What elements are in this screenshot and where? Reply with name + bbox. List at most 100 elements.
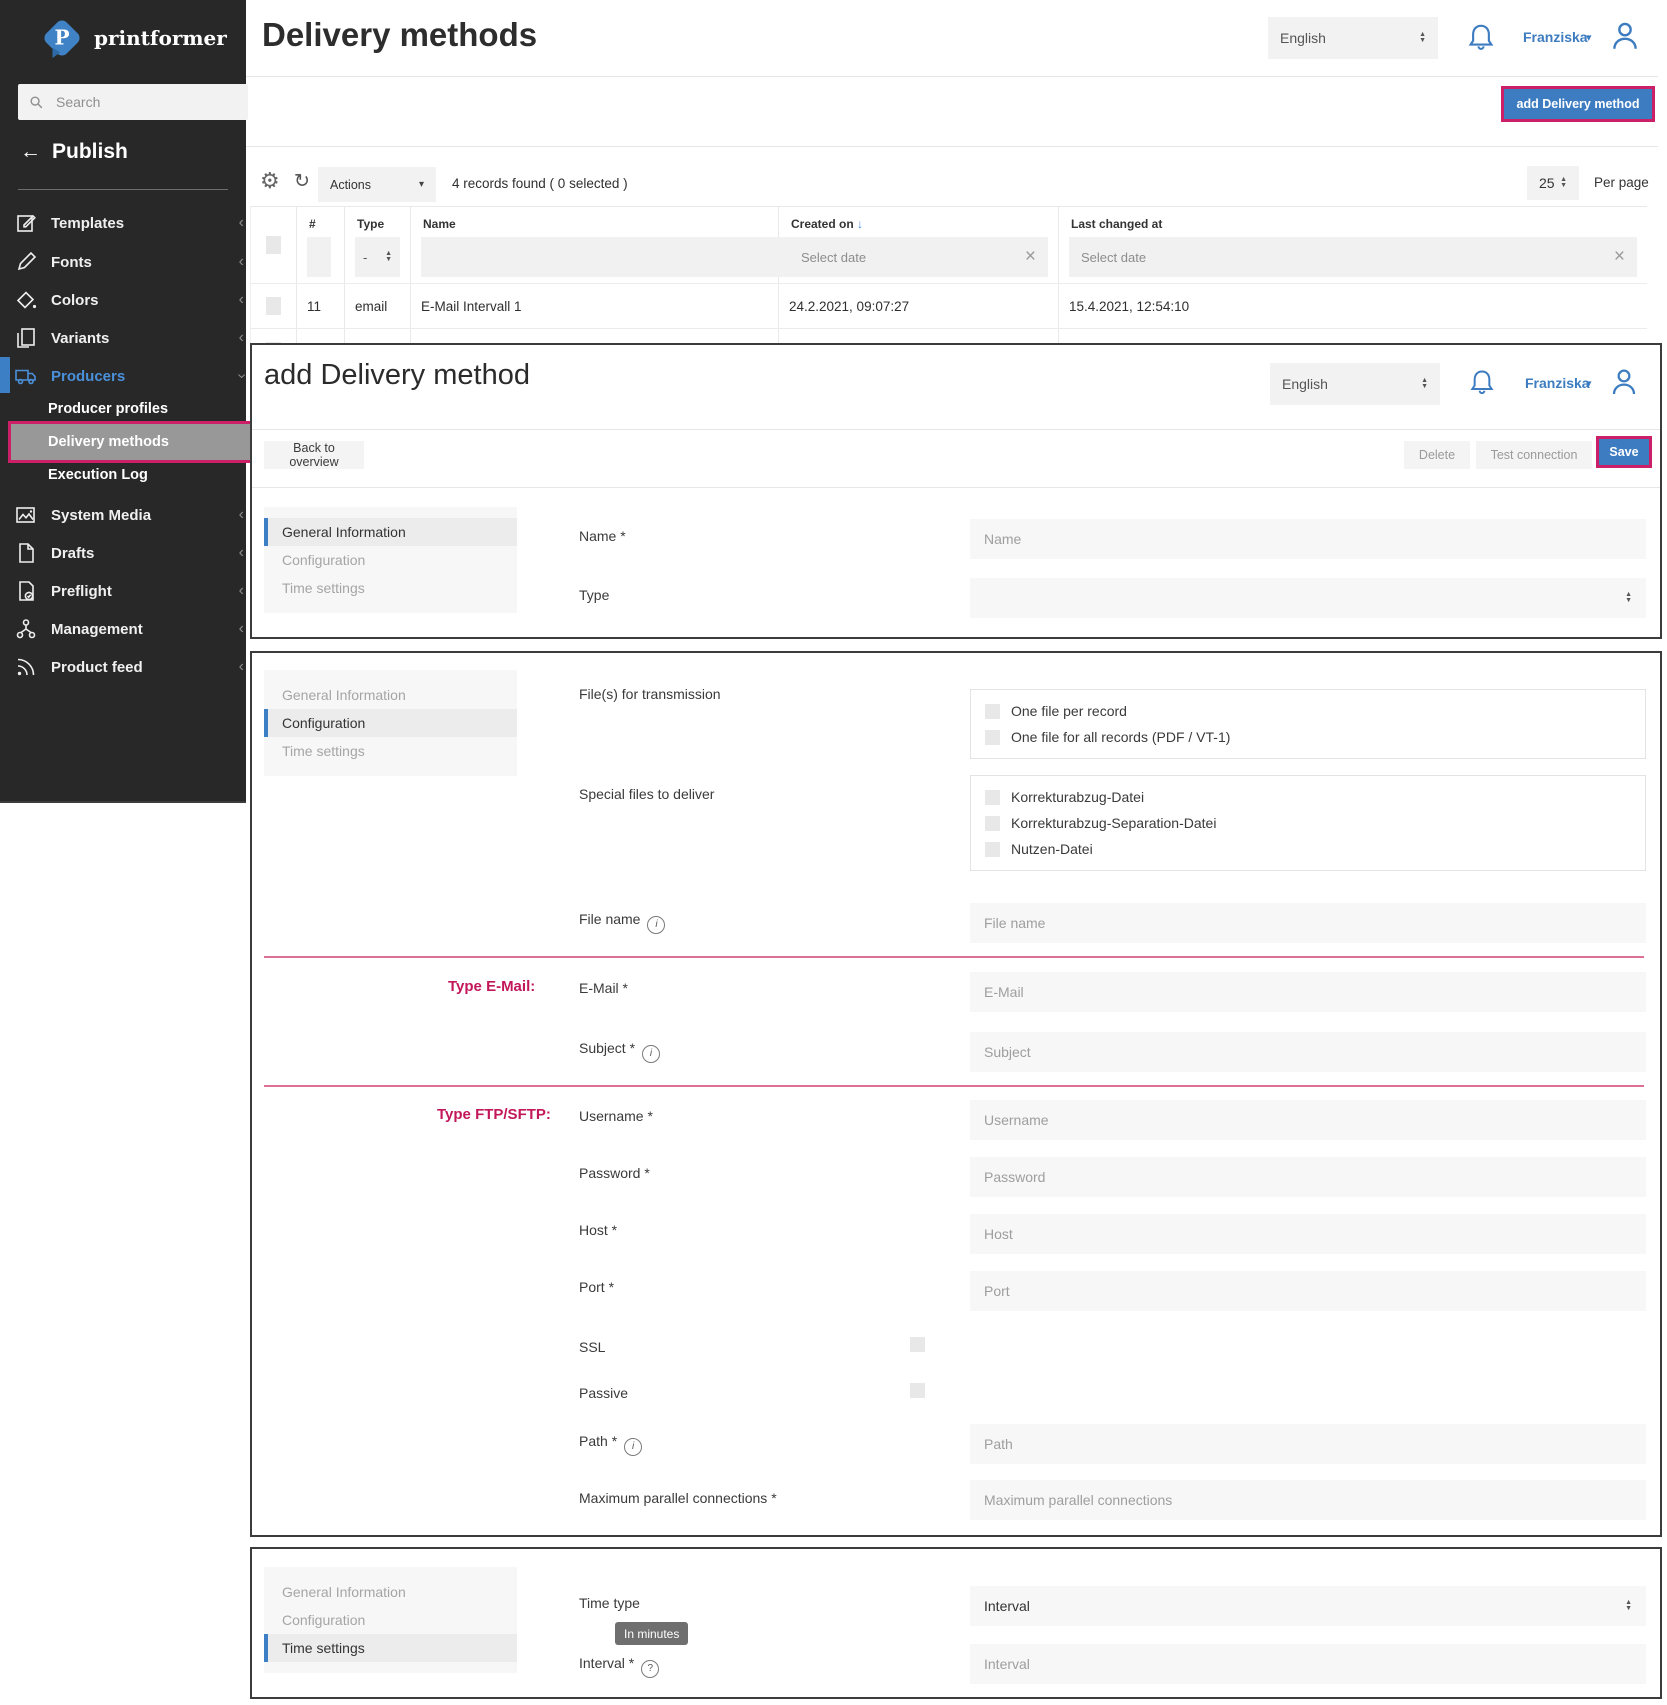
sidebar-item-variants[interactable]: Variants ‹ [0, 321, 260, 355]
tab-configuration[interactable]: Configuration [264, 546, 517, 574]
tab-configuration[interactable]: Configuration [264, 1606, 517, 1634]
records-count: 4 records found ( 0 selected ) [452, 176, 628, 191]
truck-icon [14, 364, 38, 388]
sidebar-item-colors[interactable]: Colors ‹ [0, 283, 260, 317]
table-row[interactable]: 11 email E-Mail Intervall 1 24.2.2021, 0… [251, 284, 1647, 329]
ssl-checkbox[interactable] [910, 1337, 925, 1352]
interval-tooltip: In minutes [615, 1622, 688, 1645]
option-label: Nutzen-Datei [1011, 841, 1093, 857]
tab-general-information[interactable]: General Information [264, 518, 517, 546]
panel-divider [252, 429, 1660, 430]
tab-time-settings[interactable]: Time settings [264, 574, 517, 602]
sidebar-item-preflight[interactable]: Preflight ‹ [0, 574, 260, 608]
user-avatar-icon[interactable] [1608, 366, 1640, 398]
tab-time-settings[interactable]: Time settings [264, 737, 517, 765]
sidebar-item-drafts[interactable]: Drafts ‹ [0, 536, 260, 570]
add-delivery-method-button[interactable]: add Delivery method [1504, 89, 1652, 119]
column-header-type[interactable]: Type [357, 217, 400, 231]
cell-created: 24.2.2021, 09:07:27 [779, 284, 1059, 328]
passive-checkbox[interactable] [910, 1383, 925, 1398]
created-date-filter[interactable]: Select date × [789, 237, 1048, 277]
gear-icon[interactable]: ⚙ [260, 168, 280, 194]
name-filter-input[interactable] [421, 237, 796, 277]
num-filter[interactable] [307, 237, 331, 277]
notifications-bell-icon[interactable] [1466, 21, 1496, 53]
per-page-select[interactable]: 25 ▲▼ [1527, 166, 1579, 200]
question-icon[interactable]: ? [641, 1660, 659, 1678]
delete-button[interactable]: Delete [1404, 441, 1470, 469]
one-file-per-record-checkbox[interactable] [985, 704, 1000, 719]
colors-icon [14, 288, 38, 312]
host-input[interactable] [970, 1214, 1646, 1254]
path-input[interactable] [970, 1424, 1646, 1464]
user-caret-icon[interactable]: ▾ [1586, 377, 1592, 390]
sidebar-item-management[interactable]: Management ‹ [0, 612, 260, 646]
korrekturabzug-separation-checkbox[interactable] [985, 816, 1000, 831]
user-name: Franziska [1525, 375, 1590, 391]
language-select[interactable]: English ▲▼ [1270, 363, 1440, 405]
language-select[interactable]: English ▲▼ [1268, 17, 1438, 59]
changed-date-filter[interactable]: Select date × [1069, 237, 1637, 277]
info-icon[interactable]: i [642, 1045, 660, 1063]
option-label: Korrekturabzug-Separation-Datei [1011, 815, 1216, 831]
refresh-icon[interactable]: ↻ [294, 170, 310, 193]
column-header-created[interactable]: Created on ↓ [791, 217, 1048, 231]
korrekturabzug-checkbox[interactable] [985, 790, 1000, 805]
column-header-num[interactable]: # [309, 217, 334, 231]
email-input[interactable] [970, 972, 1646, 1012]
user-caret-icon[interactable]: ▾ [1586, 31, 1592, 44]
row-checkbox[interactable] [266, 297, 281, 315]
save-button[interactable]: Save [1599, 439, 1649, 465]
type-filter-select[interactable]: - ▲▼ [355, 237, 400, 277]
user-avatar-icon[interactable] [1608, 19, 1642, 53]
password-label: Password * [579, 1165, 650, 1181]
select-stepper-icon: ▲▼ [385, 251, 392, 263]
interval-input[interactable] [970, 1644, 1646, 1684]
port-input[interactable] [970, 1271, 1646, 1311]
select-all-checkbox[interactable] [266, 236, 281, 254]
tab-time-settings[interactable]: Time settings [264, 1634, 517, 1662]
sidebar-item-label: Preflight [51, 583, 112, 600]
sidebar-item-producers[interactable]: Producers › [0, 359, 260, 393]
clear-filter-icon[interactable]: × [1025, 246, 1036, 268]
password-input[interactable] [970, 1157, 1646, 1197]
filename-label: File namei [579, 911, 665, 934]
tab-general-information[interactable]: General Information [264, 1578, 517, 1606]
username-input[interactable] [970, 1100, 1646, 1140]
document-check-icon [14, 579, 38, 603]
actions-dropdown[interactable]: Actions ▾ [318, 167, 436, 202]
notifications-bell-icon[interactable] [1468, 367, 1496, 397]
max-connections-input[interactable] [970, 1480, 1646, 1520]
back-to-overview-button[interactable]: Back to overview [264, 441, 364, 469]
email-label: E-Mail * [579, 980, 628, 996]
search-input[interactable] [54, 93, 208, 111]
info-icon[interactable]: i [647, 916, 665, 934]
filename-input[interactable] [970, 903, 1646, 943]
tab-configuration[interactable]: Configuration [264, 709, 517, 737]
test-connection-button[interactable]: Test connection [1476, 441, 1592, 469]
clear-filter-icon[interactable]: × [1614, 246, 1625, 268]
nutzen-datei-checkbox[interactable] [985, 842, 1000, 857]
time-type-value: Interval [984, 1598, 1030, 1614]
info-icon[interactable]: i [624, 1438, 642, 1456]
user-menu[interactable]: Franziska [1525, 375, 1590, 391]
sidebar-item-delivery-methods[interactable]: Delivery methods [8, 421, 281, 463]
sidebar-item-product-feed[interactable]: Product feed ‹ [0, 650, 260, 684]
sidebar-item-fonts[interactable]: Fonts ‹ [0, 245, 260, 279]
sidebar-item-templates[interactable]: Templates ‹ [0, 206, 260, 240]
subject-input[interactable] [970, 1032, 1646, 1072]
actions-label: Actions [330, 178, 371, 192]
sidebar-item-system-media[interactable]: System Media ‹ [0, 498, 260, 532]
type-select[interactable]: ▲▼ [970, 578, 1646, 618]
user-menu[interactable]: Franziska [1523, 29, 1588, 45]
column-header-name[interactable]: Name [423, 217, 768, 231]
name-input[interactable] [970, 519, 1646, 559]
column-header-changed[interactable]: Last changed at [1071, 217, 1637, 231]
one-file-all-records-checkbox[interactable] [985, 730, 1000, 745]
sidebar-search[interactable] [18, 84, 248, 120]
time-type-select[interactable]: Interval ▲▼ [970, 1586, 1646, 1626]
back-to-publish[interactable]: ← Publish [20, 140, 128, 164]
chevron-left-icon: ‹ [239, 291, 244, 309]
tab-general-information[interactable]: General Information [264, 681, 517, 709]
header-divider [246, 76, 1658, 77]
